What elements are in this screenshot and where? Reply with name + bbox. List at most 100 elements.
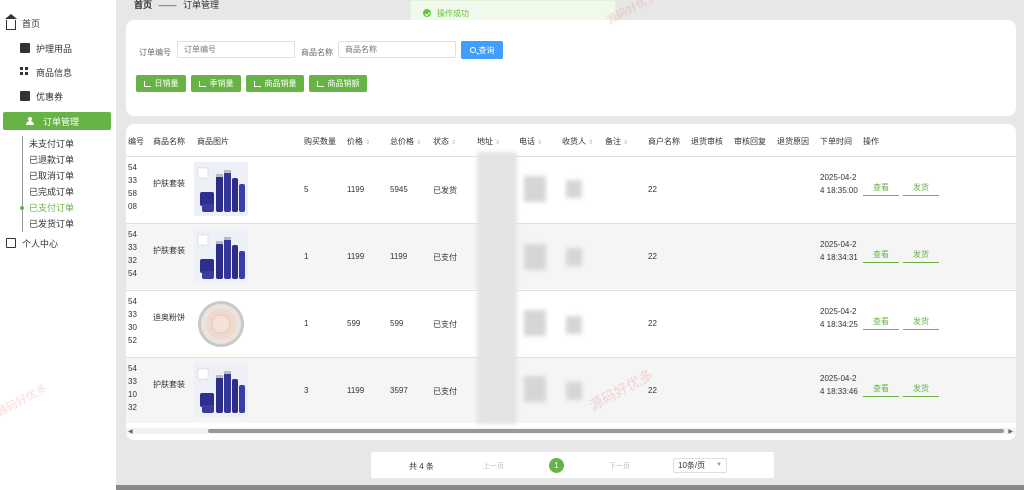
- submenu-paid-orders[interactable]: 已支付订单: [20, 200, 114, 216]
- stats-button-label: 季销量: [209, 79, 234, 88]
- status: 已支付: [433, 253, 457, 262]
- redacted-phone: [524, 310, 546, 336]
- sidebar-item-coupons[interactable]: 优惠券: [20, 87, 63, 105]
- price: 599: [347, 319, 361, 328]
- price: 1199: [347, 252, 365, 261]
- scrollbar-thumb[interactable]: [208, 429, 1004, 433]
- header-total-label: 总价格: [390, 137, 414, 146]
- page-number-current[interactable]: 1: [549, 458, 564, 473]
- submenu-completed-orders[interactable]: 已完成订单: [23, 184, 114, 200]
- header-review-reply: 审核回复: [734, 137, 766, 146]
- horizontal-scrollbar[interactable]: ◀ ▶: [126, 428, 1016, 435]
- product-name-label: 商品名称: [301, 48, 333, 57]
- scroll-right-arrow-icon[interactable]: ▶: [1008, 428, 1013, 435]
- sort-icon[interactable]: ⇕: [588, 139, 593, 146]
- search-panel: 订单编号 商品名称 查询 日销量 季销量 商品销量 商品销额: [126, 20, 1016, 116]
- product-name-input[interactable]: [338, 41, 456, 58]
- sidebar-item-product-info[interactable]: 商品信息: [20, 63, 72, 81]
- sidebar-item-home[interactable]: 首页: [5, 13, 40, 32]
- view-button[interactable]: 查看: [863, 383, 899, 397]
- main-content: 首页 —— 订单管理 操作成功 订单编号 商品名称 查询 日销量 季销量 商品销…: [116, 0, 1024, 490]
- bottom-scrollbar[interactable]: [116, 485, 1024, 490]
- sidebar-item-label: 个人中心: [22, 238, 59, 249]
- sidebar-item-label: 护理用品: [36, 43, 73, 54]
- next-page-button[interactable]: 下一页: [609, 461, 630, 471]
- view-button[interactable]: 查看: [863, 316, 899, 330]
- submenu-shipped-orders[interactable]: 已发货订单: [23, 216, 114, 232]
- product-image: [194, 162, 248, 216]
- merchant-name: 22: [648, 319, 657, 328]
- header-remark[interactable]: 备注 ⇕: [605, 136, 628, 147]
- header-actions: 操作: [863, 137, 879, 146]
- sidebar-item-personal-center[interactable]: 个人中心: [6, 234, 58, 252]
- total-price: 5945: [390, 185, 408, 194]
- chart-icon: [316, 80, 324, 87]
- sort-icon[interactable]: ⇕: [365, 139, 370, 146]
- order-number-input[interactable]: [177, 41, 295, 58]
- order-submenu: 未支付订单 已退款订单 已取消订单 已完成订单 已支付订单 已发货订单: [20, 136, 114, 232]
- product-image: [194, 229, 248, 283]
- chart-icon: [198, 80, 206, 87]
- submenu-refunded-orders[interactable]: 已退款订单: [23, 152, 114, 168]
- chevron-down-icon: ▼: [716, 462, 722, 468]
- product-revenue-button[interactable]: 商品销额: [309, 75, 367, 92]
- sort-icon[interactable]: ⇕: [451, 139, 456, 146]
- sort-icon[interactable]: ⇕: [416, 139, 421, 146]
- breadcrumb-current: 订单管理: [183, 0, 220, 10]
- query-button-label: 查询: [478, 45, 495, 55]
- user-icon: [26, 117, 34, 125]
- breadcrumb: 首页 —— 订单管理: [134, 0, 219, 11]
- order-time: 2025-04-24 18:33:46: [820, 374, 858, 396]
- sort-icon[interactable]: ⇕: [623, 139, 628, 146]
- submenu-unpaid-orders[interactable]: 未支付订单: [23, 136, 114, 152]
- header-address[interactable]: 地址 ⇕: [477, 136, 500, 147]
- ship-button[interactable]: 发货: [903, 182, 939, 196]
- scroll-left-arrow-icon[interactable]: ◀: [128, 428, 133, 435]
- order-time: 2025-04-24 18:35:00: [820, 173, 858, 195]
- breadcrumb-home[interactable]: 首页: [134, 0, 152, 10]
- quantity: 1: [304, 319, 309, 328]
- header-phone[interactable]: 电话 ⇕: [519, 136, 542, 147]
- submenu-cancelled-orders[interactable]: 已取消订单: [23, 168, 114, 184]
- query-button[interactable]: 查询: [461, 41, 503, 59]
- header-receiver[interactable]: 收货人 ⇕: [562, 136, 593, 147]
- ship-button[interactable]: 发货: [903, 383, 939, 397]
- total-price: 599: [390, 319, 404, 328]
- stats-button-label: 商品销额: [327, 79, 360, 88]
- redacted-receiver: [566, 248, 582, 266]
- order-time: 2025-04-24 18:34:25: [820, 307, 858, 329]
- header-merchant: 商户名称: [648, 137, 680, 146]
- merchant-name: 22: [648, 386, 657, 395]
- redacted-address-column: [477, 152, 517, 424]
- header-price[interactable]: 价格 ⇕: [347, 136, 370, 147]
- quantity: 1: [304, 252, 309, 261]
- header-id: 编号: [128, 137, 144, 146]
- header-receiver-label: 收货人: [562, 137, 586, 146]
- sidebar: 首页 护理用品 商品信息 优惠券 订单管理 未支付订单 已退款订单 已取消订单 …: [0, 0, 116, 490]
- stats-button-label: 日销量: [154, 79, 179, 88]
- daily-sales-button[interactable]: 日销量: [136, 75, 186, 92]
- care-products-icon: [20, 43, 30, 53]
- powder-compact-image: [194, 296, 248, 350]
- prev-page-button[interactable]: 上一页: [483, 461, 504, 471]
- order-id: 54 33 32 54: [128, 230, 137, 278]
- skincare-set-image: [194, 229, 248, 283]
- header-quantity: 购买数量: [304, 137, 336, 146]
- header-status[interactable]: 状态 ⇕: [433, 136, 456, 147]
- sidebar-item-order-management[interactable]: 订单管理: [3, 112, 111, 130]
- ship-button[interactable]: 发货: [903, 316, 939, 330]
- ship-button[interactable]: 发货: [903, 249, 939, 263]
- total-count: 共 4 条: [409, 462, 434, 471]
- skincare-set-image: [194, 363, 248, 417]
- sort-icon[interactable]: ⇕: [495, 139, 500, 146]
- sidebar-item-care-products[interactable]: 护理用品: [20, 39, 72, 57]
- sort-icon[interactable]: ⇕: [537, 139, 542, 146]
- view-button[interactable]: 查看: [863, 249, 899, 263]
- quantity: 3: [304, 386, 309, 395]
- header-total[interactable]: 总价格 ⇕: [390, 136, 421, 147]
- header-status-label: 状态: [433, 137, 449, 146]
- page-size-select[interactable]: 10条/页 ▼: [673, 458, 727, 473]
- product-sales-button[interactable]: 商品销量: [246, 75, 304, 92]
- view-button[interactable]: 查看: [863, 182, 899, 196]
- quarterly-sales-button[interactable]: 季销量: [191, 75, 241, 92]
